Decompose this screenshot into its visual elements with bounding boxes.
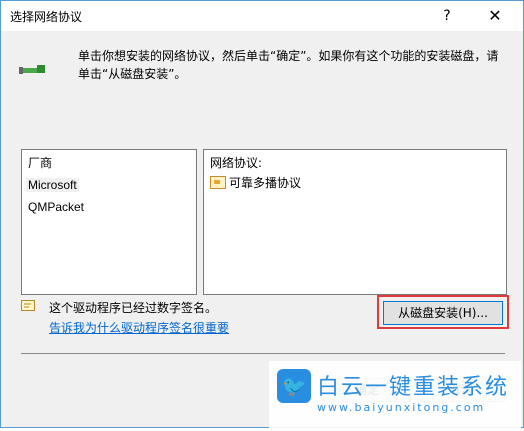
protocol-item[interactable]: 可靠多播协议 [210,174,301,191]
dialog-body: 单击你想安装的网络协议，然后单击“确定”。如果你有这个功能的安装磁盘，请单击“从… [1,31,523,431]
manufacturer-item-microsoft[interactable]: Microsoft [26,178,79,192]
watermark: 🐦 白云一键重装系统 www.baiyunxitong.com [269,361,521,431]
watermark-url: www.baiyunxitong.com [317,401,486,414]
signature-status-text: 这个驱动程序已经过数字签名。 [49,301,218,315]
have-disk-button[interactable]: 从磁盘安装(H)... [383,301,503,325]
manufacturer-item-qmpacket[interactable]: QMPacket [28,200,84,214]
title-bar: 选择网络协议 ? ✕ [1,1,523,31]
signature-info-link[interactable]: 告诉我为什么驱动程序签名很重要 [49,319,229,336]
select-network-protocol-dialog: 选择网络协议 ? ✕ 单击你想安装的网络协议，然后单击“确定”。如果你有这个功能… [0,0,524,431]
network-protocol-icon [19,65,45,74]
twitter-bird-icon: 🐦 [277,369,311,403]
manufacturer-header: 厂商 [28,156,53,170]
protocol-item-icon [210,176,226,189]
close-button[interactable]: ✕ [479,5,511,27]
manufacturer-listbox[interactable]: 厂商 Microsoft QMPacket [21,149,197,295]
watermark-title: 白云一键重装系统 [317,375,510,400]
separator [21,353,505,354]
certificate-icon [21,300,35,311]
instruction-text: 单击你想安装的网络协议，然后单击“确定”。如果你有这个功能的安装磁盘，请单击“从… [78,49,499,81]
protocol-item-label: 可靠多播协议 [229,176,302,190]
protocol-listbox[interactable]: 网络协议: 可靠多播协议 [203,149,507,295]
dialog-title: 选择网络协议 [10,10,83,24]
protocol-header: 网络协议: [210,156,263,170]
help-button[interactable]: ? [433,5,461,27]
